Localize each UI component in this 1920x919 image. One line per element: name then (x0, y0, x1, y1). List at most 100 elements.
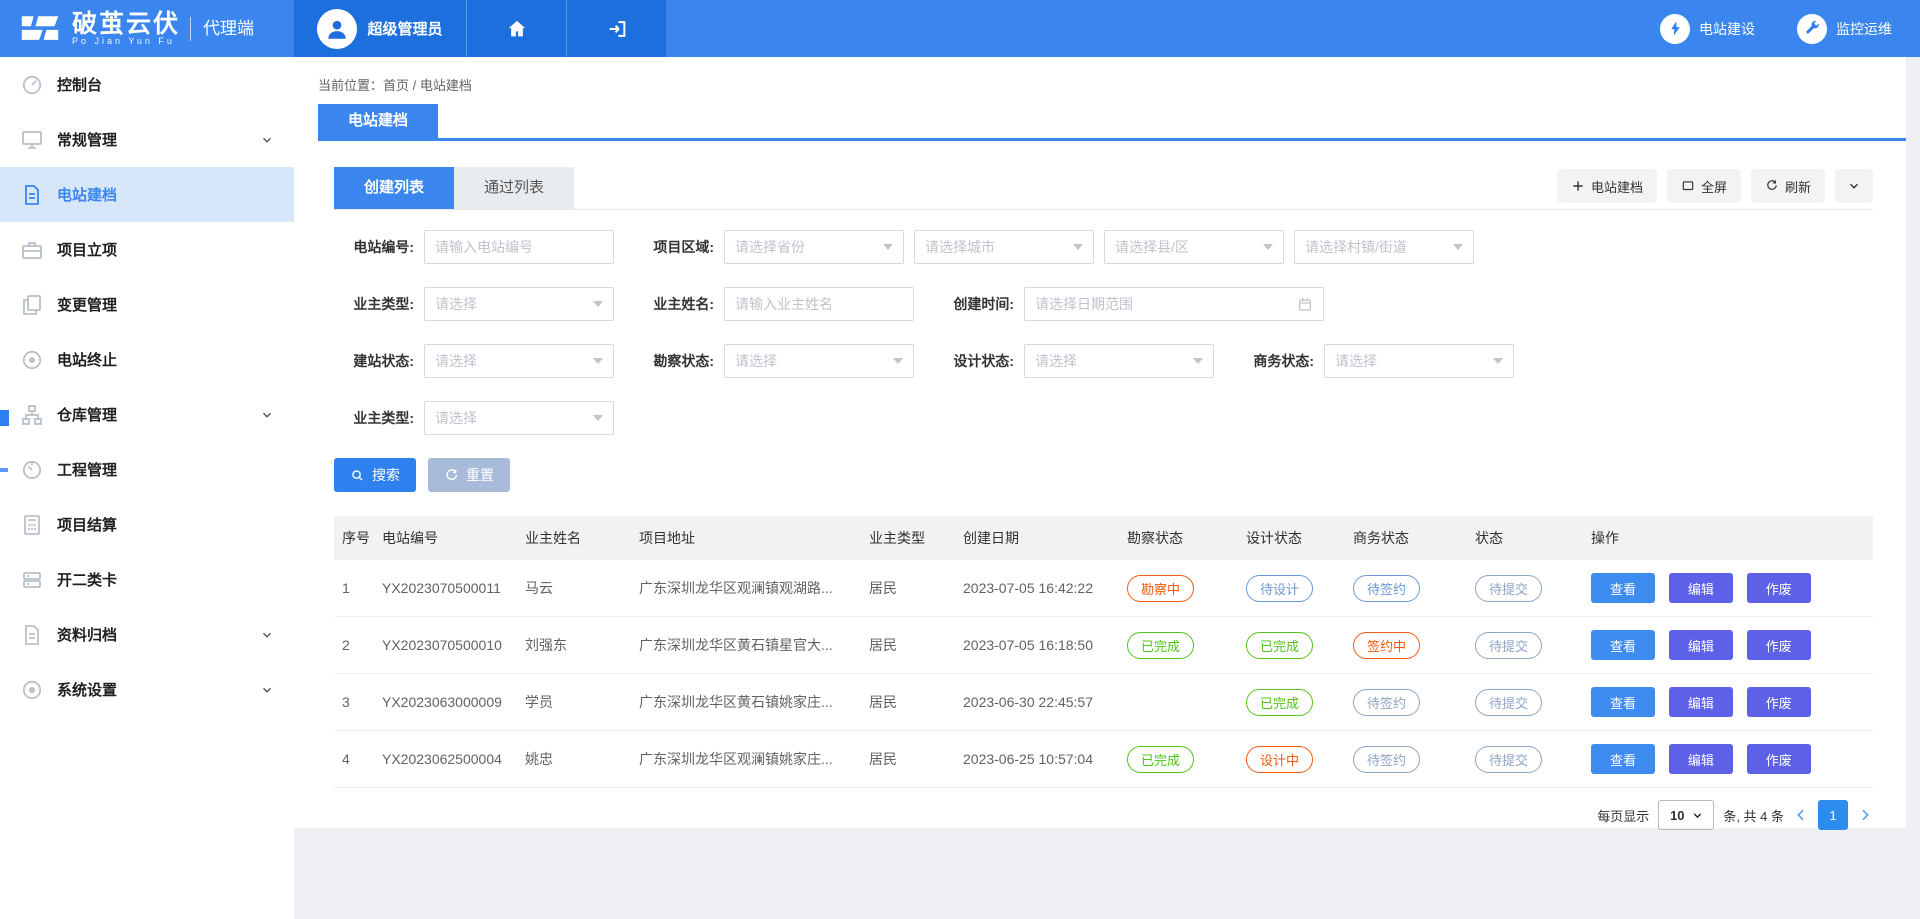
created-date-cell: 2023-06-30 22:45:57 (955, 674, 1119, 731)
collapse-toolbar-button[interactable] (1835, 169, 1873, 203)
row-action-edit-button[interactable]: 编辑 (1669, 744, 1733, 774)
refresh-button[interactable]: 刷新 (1751, 169, 1825, 203)
province-select[interactable]: 请选择省份 (724, 230, 904, 264)
design-status-badge: 已完成 (1246, 632, 1313, 659)
owner-type2-select[interactable]: 请选择 (424, 401, 614, 435)
column-header: 业主类型 (861, 516, 955, 560)
quick-link-label: 电站建设 (1699, 19, 1755, 39)
owner-name-input[interactable] (735, 296, 903, 312)
row-action-void-button[interactable]: 作废 (1747, 744, 1811, 774)
business-status-label: 商务状态: (1234, 351, 1314, 371)
sidebar-item-label: 项目结算 (57, 514, 274, 535)
fullscreen-button[interactable]: 全屏 (1667, 169, 1741, 203)
chevron-down-icon (260, 133, 274, 147)
station-code-input[interactable] (435, 239, 603, 255)
sidebar-item-type2-card[interactable]: 开二类卡 (0, 552, 294, 607)
survey-status-select[interactable]: 请选择 (724, 344, 914, 378)
sidebar-item-project-settlement[interactable]: 项目结算 (0, 497, 294, 552)
row-action-view-button[interactable]: 查看 (1591, 744, 1655, 774)
created-date-cell: 2023-07-05 16:42:22 (955, 560, 1119, 617)
county-select[interactable]: 请选择县/区 (1104, 230, 1284, 264)
create-station-label: 电站建档 (1591, 177, 1643, 196)
gauge-icon (20, 458, 44, 482)
sidebar-item-warehouse-management[interactable]: 仓库管理 (0, 387, 294, 442)
design-status-select[interactable]: 请选择 (1024, 344, 1214, 378)
page-tab-bar: 电站建档 (318, 104, 1906, 141)
breadcrumb-path[interactable]: 首页 / 电站建档 (383, 78, 472, 93)
village-select[interactable]: 请选择村镇/街道 (1294, 230, 1474, 264)
user-menu[interactable]: 超级管理员 (294, 0, 466, 57)
owner-type-cell: 居民 (861, 617, 955, 674)
row-action-view-button[interactable]: 查看 (1591, 630, 1655, 660)
quick-link-monitor-ops[interactable]: 监控运维 (1797, 14, 1892, 44)
city-select[interactable]: 请选择城市 (914, 230, 1094, 264)
row-action-void-button[interactable]: 作废 (1747, 687, 1811, 717)
refresh-icon (1765, 179, 1779, 193)
prev-page-button[interactable] (1793, 807, 1809, 823)
business-status-select[interactable]: 请选择 (1324, 344, 1514, 378)
owner-name-label: 业主姓名: (634, 294, 714, 314)
quick-link-station-build[interactable]: 电站建设 (1660, 14, 1755, 44)
station-code-label: 电站编号: (334, 237, 414, 257)
per-page-select[interactable]: 10 (1658, 800, 1714, 830)
home-icon (506, 18, 528, 40)
station-table: 序号 电站编号 业主姓名 项目地址 业主类型 创建日期 勘察状态 设计状态 商务… (334, 516, 1873, 788)
address-cell: 广东深圳龙华区观澜镇观湖路... (631, 560, 861, 617)
card-icon (20, 568, 44, 592)
column-header: 设计状态 (1238, 516, 1345, 560)
avatar (317, 9, 357, 49)
select-arrow-icon (1453, 244, 1463, 250)
sidebar-item-console[interactable]: 控制台 (0, 57, 294, 112)
briefcase-icon (20, 238, 44, 262)
main-area: 当前位置：首页 / 电站建档 电站建档 创建列表 通过列表 电站建档 (294, 57, 1920, 919)
sidebar-item-data-archive[interactable]: 资料归档 (0, 607, 294, 662)
sidebar-item-station-filing[interactable]: 电站建档 (0, 167, 294, 222)
per-page-label: 每页显示 (1597, 806, 1649, 825)
tab-create-list[interactable]: 创建列表 (334, 167, 454, 209)
chevron-down-icon (1692, 810, 1703, 821)
tab-passed-list[interactable]: 通过列表 (454, 167, 574, 209)
home-button[interactable] (466, 0, 566, 57)
copy-icon (20, 293, 44, 317)
table-row: 2 YX2023070500010 刘强东 广东深圳龙华区黄石镇星官大... 居… (334, 617, 1873, 674)
sidebar-item-station-termination[interactable]: 电站终止 (0, 332, 294, 387)
row-action-void-button[interactable]: 作废 (1747, 573, 1811, 603)
sidebar-item-label: 仓库管理 (57, 404, 260, 425)
row-action-view-button[interactable]: 查看 (1591, 687, 1655, 717)
next-page-button[interactable] (1857, 807, 1873, 823)
logout-button[interactable] (566, 0, 666, 57)
station-code-cell: YX2023070500010 (374, 617, 517, 674)
row-action-view-button[interactable]: 查看 (1591, 573, 1655, 603)
create-station-button[interactable]: 电站建档 (1557, 169, 1657, 203)
sidebar-item-system-settings[interactable]: 系统设置 (0, 662, 294, 717)
business-status-badge: 待签约 (1353, 575, 1420, 602)
sidebar-item-change-management[interactable]: 变更管理 (0, 277, 294, 332)
row-action-edit-button[interactable]: 编辑 (1669, 573, 1733, 603)
reset-button[interactable]: 重置 (428, 458, 510, 492)
date-range-input[interactable]: 请选择日期范围 (1024, 287, 1324, 321)
business-status-badge: 待签约 (1353, 746, 1420, 773)
sidebar-item-label: 变更管理 (57, 294, 274, 315)
sidebar-item-project-initiation[interactable]: 项目立项 (0, 222, 294, 277)
select-arrow-icon (593, 415, 603, 421)
sidebar-scrollbar-thumb[interactable] (0, 410, 9, 426)
status-badge: 待提交 (1475, 746, 1542, 773)
wrench-icon (1804, 20, 1821, 37)
page-tab-station-filing[interactable]: 电站建档 (318, 104, 438, 138)
row-action-edit-button[interactable]: 编辑 (1669, 687, 1733, 717)
sidebar-item-engineering-management[interactable]: 工程管理 (0, 442, 294, 497)
page-number-current[interactable]: 1 (1818, 800, 1848, 830)
chevron-down-icon (260, 408, 274, 422)
station-code-cell: YX2023062500004 (374, 731, 517, 788)
build-status-select[interactable]: 请选择 (424, 344, 614, 378)
sidebar-item-general-management[interactable]: 常规管理 (0, 112, 294, 167)
row-action-void-button[interactable]: 作废 (1747, 630, 1811, 660)
address-cell: 广东深圳龙华区黄石镇姚家庄... (631, 674, 861, 731)
calculator-icon (20, 513, 44, 537)
owner-name-cell: 姚忠 (517, 731, 631, 788)
status-badge: 待提交 (1475, 632, 1542, 659)
search-button[interactable]: 搜索 (334, 458, 416, 492)
owner-type-select[interactable]: 请选择 (424, 287, 614, 321)
owner-name-cell: 刘强东 (517, 617, 631, 674)
row-action-edit-button[interactable]: 编辑 (1669, 630, 1733, 660)
